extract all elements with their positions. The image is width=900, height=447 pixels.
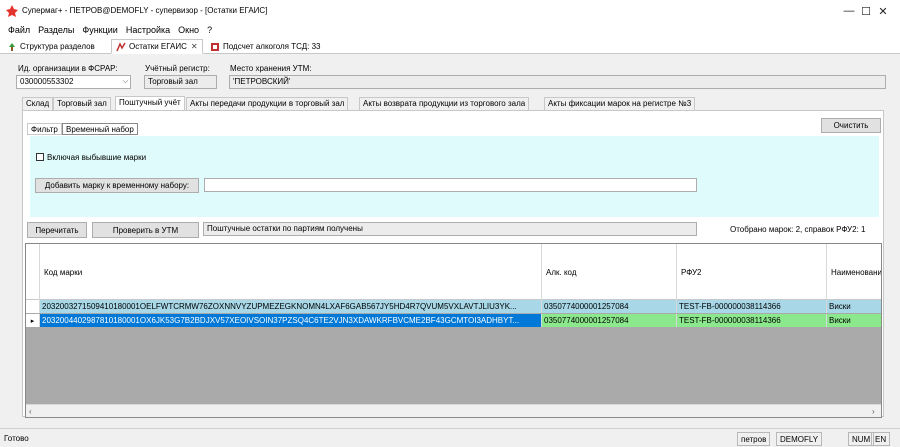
- cell-rfu2[interactable]: TEST-FB-000000038114366: [677, 314, 827, 327]
- register-field: Торговый зал: [144, 75, 217, 89]
- column-alc-code[interactable]: Алк. код: [542, 244, 677, 300]
- status-user: петров: [737, 432, 771, 446]
- close-tab-icon[interactable]: ✕: [191, 42, 198, 51]
- fsrar-combobox[interactable]: 030000553302 ⌵: [16, 75, 131, 89]
- marks-grid: Код марки Алк. код РФУ2 Наименовани 2032…: [25, 243, 882, 418]
- tab-sales-floor[interactable]: Торговый зал: [53, 97, 111, 110]
- doc-tab-label: Структура разделов: [20, 42, 95, 51]
- tab-return-acts[interactable]: Акты возврата продукции из торгового зал…: [359, 97, 530, 110]
- subtab-temp-set[interactable]: Временный набор: [62, 123, 138, 135]
- title-bar: Супермаг+ - ПЕТРОВ@DEMOFLY - супервизор …: [0, 0, 900, 22]
- include-retired-label: Включая выбывшие марки: [47, 153, 147, 162]
- menu-sections[interactable]: Разделы: [34, 25, 78, 35]
- include-retired-checkbox[interactable]: [36, 153, 44, 161]
- cell-mark-code[interactable]: 2032003271509410180001OELFWTCRMW76ZOXNNV…: [40, 300, 542, 313]
- scroll-left-icon[interactable]: ‹: [29, 407, 32, 416]
- menu-functions[interactable]: Функции: [78, 25, 121, 35]
- scroll-right-icon[interactable]: ›: [872, 407, 875, 416]
- egais-icon: [116, 41, 126, 51]
- doc-tab-egais-stock[interactable]: Остатки ЕГАИС ✕: [111, 39, 203, 54]
- document-tabs: Структура разделов Остатки ЕГАИС ✕ Подсч…: [0, 38, 900, 54]
- tab-fixation-acts[interactable]: Акты фиксации марок на регистре №3: [544, 97, 696, 110]
- horizontal-scrollbar[interactable]: ‹ ›: [26, 404, 881, 417]
- menu-settings[interactable]: Настройка: [122, 25, 174, 35]
- status-lang: EN: [871, 432, 891, 446]
- tree-icon: [9, 42, 15, 51]
- fsrar-value: 030000553302: [20, 77, 74, 86]
- row-selector[interactable]: [26, 300, 40, 313]
- table-row[interactable]: 2032003271509410180001OELFWTCRMW76ZOXNNV…: [26, 300, 881, 313]
- cell-mark-code[interactable]: 2032004402987810180001OX6JK53G7B2BDJXV57…: [40, 314, 542, 327]
- menu-help[interactable]: ?: [203, 25, 216, 35]
- doc-tab-label: Остатки ЕГАИС: [129, 42, 187, 51]
- recount-button[interactable]: Перечитать: [27, 222, 87, 238]
- fsrar-label: Ид. организации в ФСРАР:: [18, 64, 118, 73]
- menu-bar: Файл Разделы Функции Настройка Окно ?: [0, 22, 900, 38]
- add-mark-button[interactable]: Добавить марку к временному набору:: [35, 178, 199, 193]
- menu-file[interactable]: Файл: [4, 25, 34, 35]
- window-title: Супермаг+ - ПЕТРОВ@DEMOFLY - супервизор …: [22, 6, 268, 15]
- column-rfu2[interactable]: РФУ2: [677, 244, 827, 300]
- cell-alc-code[interactable]: 0350774000001257084: [542, 300, 677, 313]
- clear-button[interactable]: Очистить: [821, 118, 881, 133]
- tab-piece-accounting[interactable]: Поштучный учёт: [115, 96, 185, 110]
- selected-summary: Отобрано марок: 2, справок РФУ2: 1: [730, 225, 866, 234]
- column-mark-code[interactable]: Код марки: [40, 244, 542, 300]
- check-utm-button[interactable]: Проверить в УТМ: [92, 222, 199, 238]
- table-row[interactable]: ▸ 2032004402987810180001OX6JK53G7B2BDJXV…: [26, 314, 881, 327]
- register-label: Учётный регистр:: [145, 64, 210, 73]
- status-bar: Готово петров DEMOFLY NUM EN: [0, 428, 900, 447]
- menu-window[interactable]: Окно: [174, 25, 203, 35]
- doc-tab-alcohol-count[interactable]: Подсчет алкоголя ТСД: 33: [205, 39, 325, 54]
- column-name[interactable]: Наименовани: [827, 244, 881, 300]
- cell-name[interactable]: Виски: [827, 300, 881, 313]
- cell-alc-code[interactable]: 0350774000001257084: [542, 314, 677, 327]
- utm-label: Место хранения УТМ:: [230, 64, 312, 73]
- status-db: DEMOFLY: [776, 432, 823, 446]
- app-logo-icon: [6, 5, 18, 17]
- chevron-down-icon[interactable]: ⌵: [123, 78, 128, 86]
- doc-tab-label: Подсчет алкоголя ТСД: 33: [223, 42, 321, 51]
- utm-field: 'ПЕТРОВСКИЙ': [229, 75, 886, 89]
- subtab-filter[interactable]: Фильтр: [27, 123, 62, 135]
- temp-set-panel: [30, 136, 879, 217]
- grid-header: Код марки Алк. код РФУ2 Наименовани: [26, 244, 881, 300]
- scanner-icon: [211, 42, 219, 51]
- tab-transfer-acts[interactable]: Акты передачи продукции в торговый зал: [186, 97, 349, 110]
- tab-warehouse[interactable]: Склад: [22, 97, 54, 110]
- current-row-indicator-icon[interactable]: ▸: [26, 314, 40, 327]
- cell-name[interactable]: Виски: [827, 314, 881, 327]
- mark-input[interactable]: [204, 178, 697, 192]
- cell-rfu2[interactable]: TEST-FB-000000038114366: [677, 300, 827, 313]
- close-window-button[interactable]: ✕: [866, 0, 900, 22]
- status-ready: Готово: [4, 434, 29, 443]
- status-field: Поштучные остатки по партиям получены: [203, 222, 697, 236]
- header-corner: [26, 244, 40, 300]
- doc-tab-structure[interactable]: Структура разделов: [2, 39, 100, 54]
